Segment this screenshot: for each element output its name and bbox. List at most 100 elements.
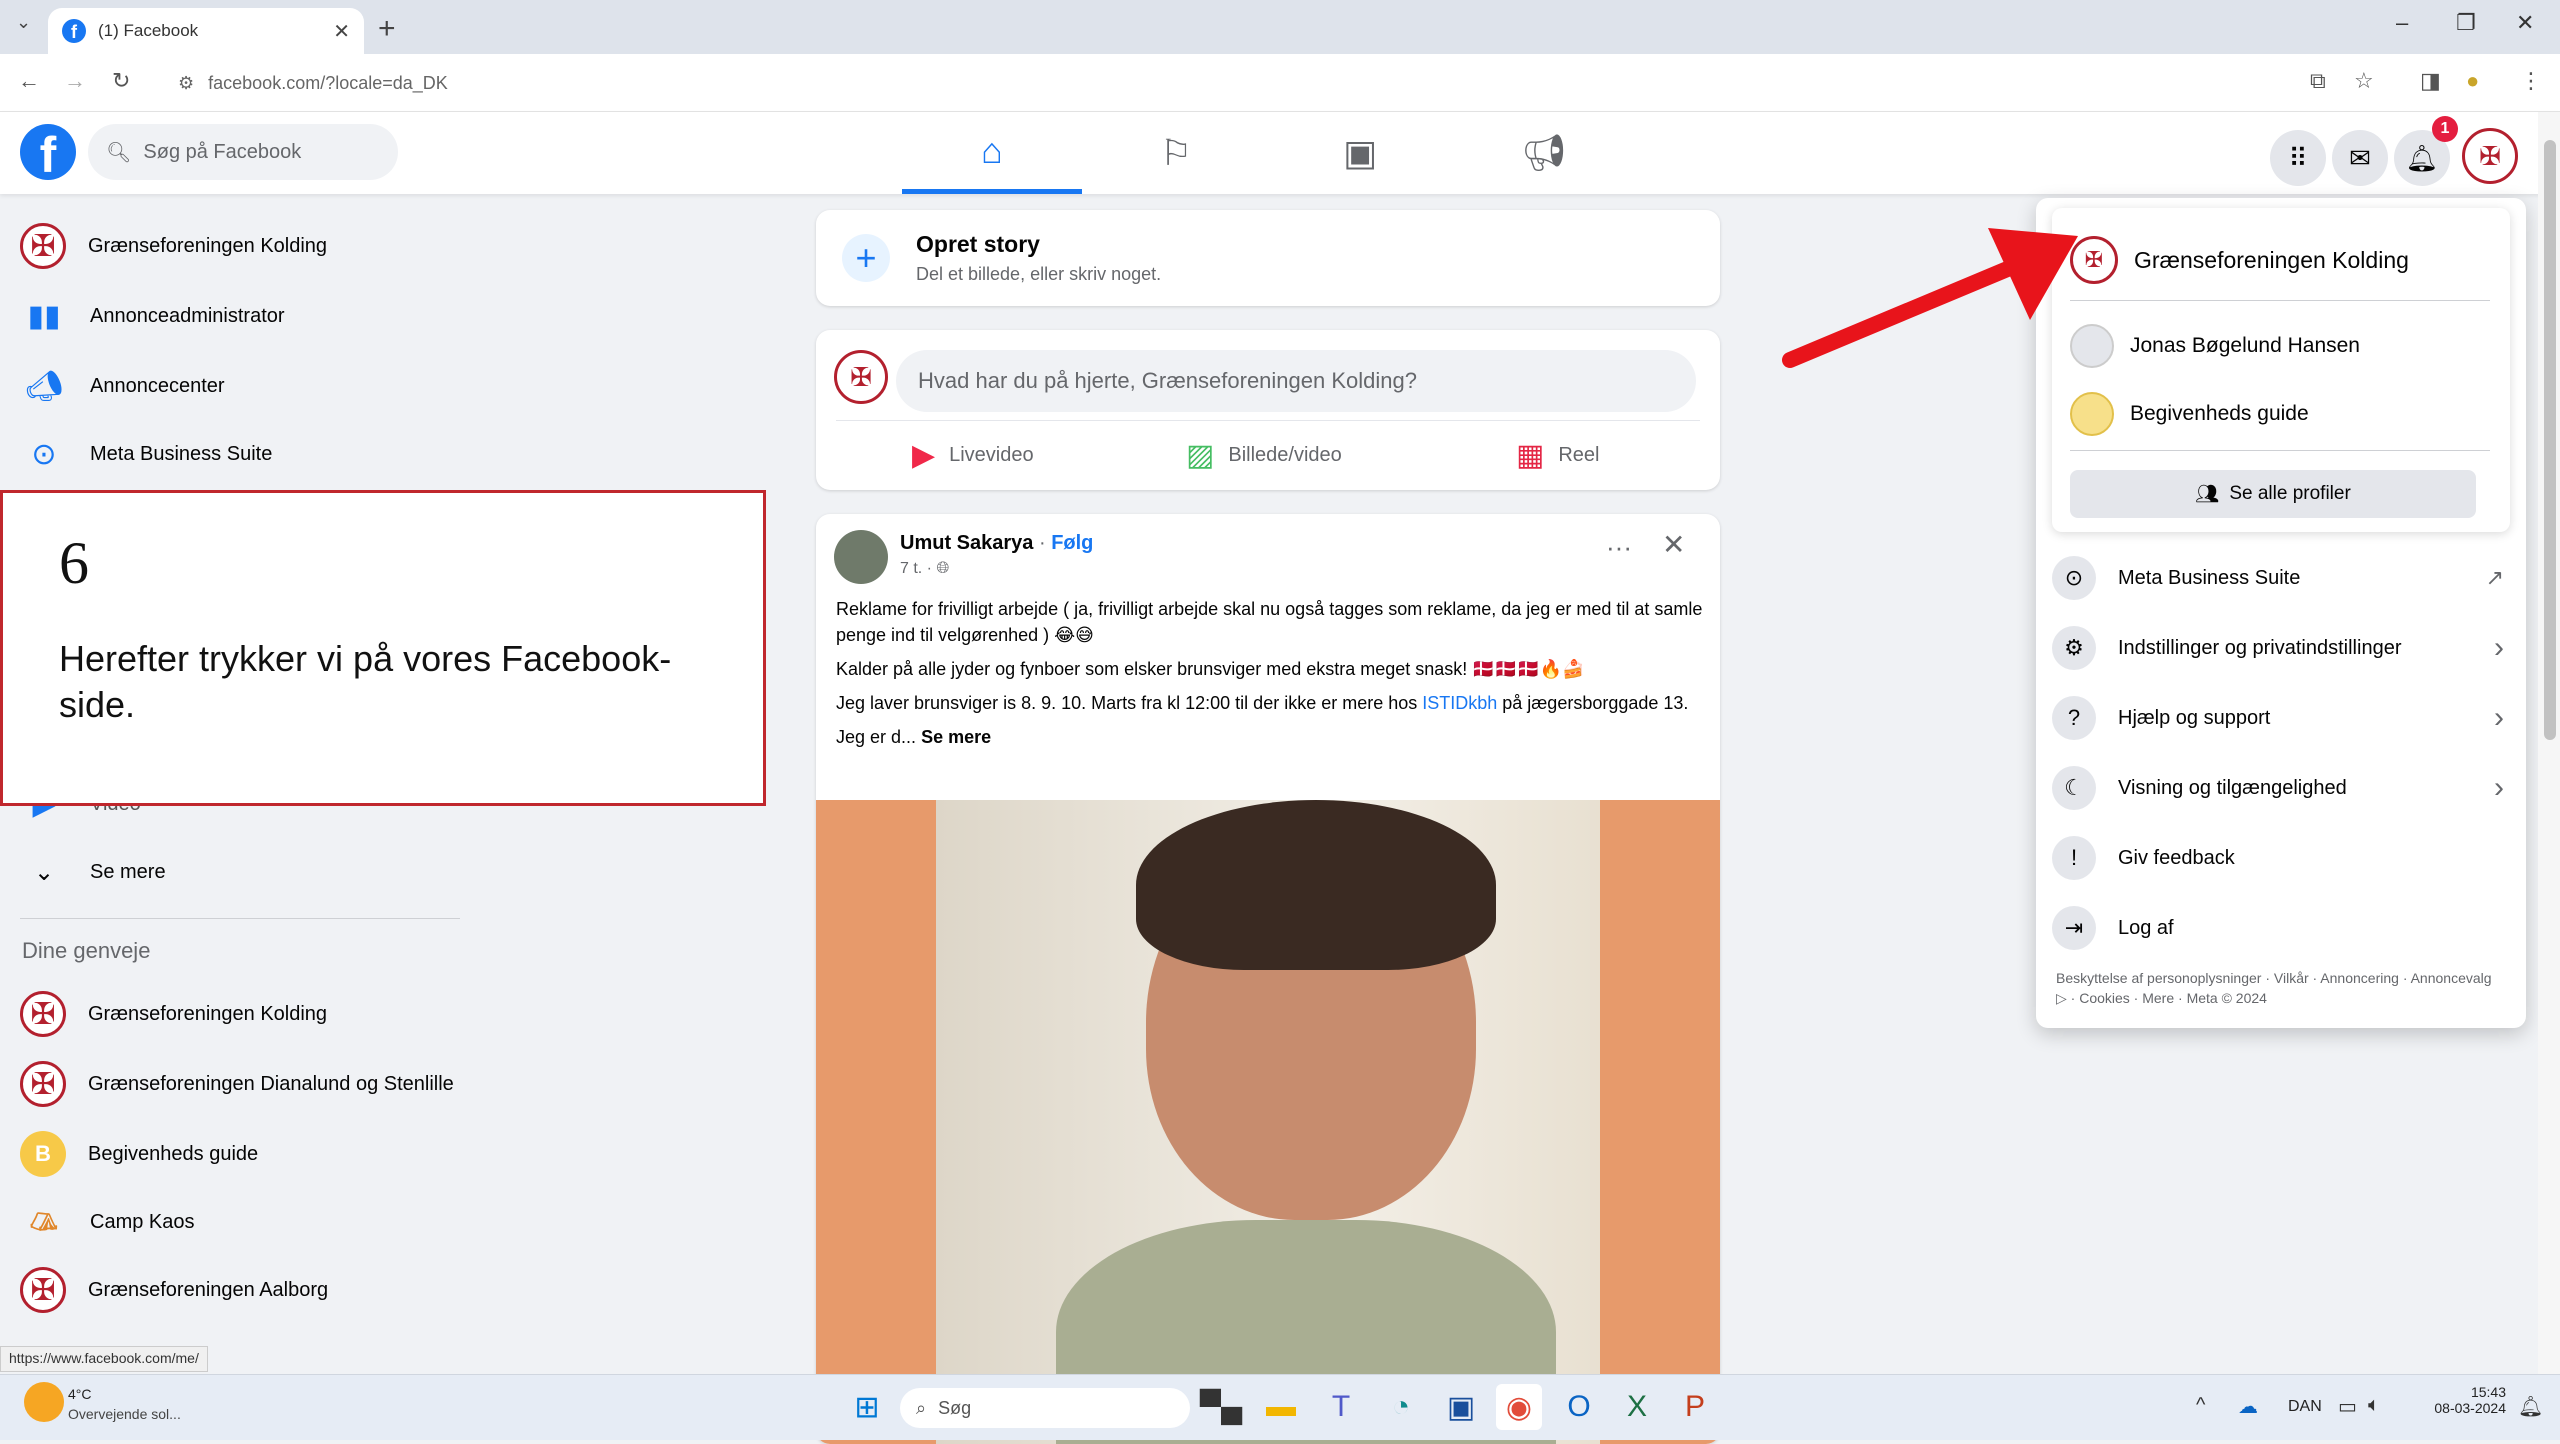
shortcut-item[interactable]: ✠ Grænseforeningen Aalborg [20,1258,328,1322]
event-guide-avatar [2070,392,2114,436]
edge-icon[interactable]: ◔ [1378,1384,1424,1430]
tab-search-icon[interactable]: ⌄ [16,12,31,33]
store-icon[interactable]: ▣ [1438,1384,1484,1430]
post-header: Umut Sakarya · Følg [900,532,1094,554]
url-text: facebook.com/?locale=da_DK [208,72,448,93]
shortcut-item[interactable]: ⛺︎ Camp Kaos [20,1190,194,1254]
start-button-icon[interactable]: ⊞ [844,1384,890,1430]
close-tab-icon[interactable]: ✕ [333,19,350,44]
facebook-logo-icon[interactable]: f [20,124,76,180]
composer-input[interactable]: Hvad har du på hjerte, Grænseforeningen … [896,350,1696,412]
post-body: Reklame for frivilligt arbejde ( ja, fri… [836,596,1706,750]
account-avatar[interactable]: ✠ [2462,128,2518,184]
profile-item[interactable]: Begivenheds guide [2070,382,2309,446]
notification-center-icon[interactable]: 🔔︎ [2518,1394,2543,1419]
shortcut-item[interactable]: ✠ Grænseforeningen Kolding [20,982,327,1046]
chevron-right-icon: › [2494,701,2504,734]
grid-icon: ⠿ [2288,142,2308,173]
author-avatar[interactable] [834,530,888,584]
menu-item-label: Hjælp og support [2118,706,2271,729]
clock[interactable]: 15:43 08-03-2024 [2416,1384,2506,1416]
file-explorer-icon[interactable]: ▬ [1258,1384,1304,1430]
sidebar-item-meta-business[interactable]: ⊙ Meta Business Suite [20,422,272,486]
post-time: 7 t. · 🌐︎ [900,560,949,578]
see-more-link[interactable]: Se mere [921,727,991,747]
weather-temp: 4°C [68,1386,92,1402]
bookmark-star-icon[interactable]: ☆ [2354,68,2374,94]
see-more-button[interactable]: ⌄ Se mere [20,840,166,904]
profile-item[interactable]: ✠ Grænseforeningen Kolding [2070,228,2409,292]
taskbar-search[interactable]: ⌕ Søg [900,1388,1190,1428]
menu-item-display[interactable]: ☾ Visning og tilgængelighed › [2052,754,2512,822]
back-icon[interactable]: ← [18,68,40,94]
photo-video-button[interactable]: ▨ Billede/video [1186,430,1342,480]
post-photo[interactable] [816,800,1720,1444]
messenger-button[interactable]: ✉ [2332,130,2388,186]
tray-chevron-icon[interactable]: ^ [2196,1394,2205,1417]
address-bar[interactable]: ⚙ facebook.com/?locale=da_DK [162,62,2242,104]
menu-item-feedback[interactable]: ! Giv feedback [2052,824,2512,892]
search-icon: ⌕ [916,1397,927,1418]
menu-item-meta-business[interactable]: ⊙ Meta Business Suite ↗ [2052,544,2512,612]
profile-icon[interactable]: ● [2466,68,2479,94]
sidebar-item-page[interactable]: ✠ Grænseforeningen Kolding [20,214,327,278]
reload-icon[interactable]: ↻ [112,68,130,94]
volume-icon[interactable]: 🔈︎ [2368,1394,2380,1417]
minimize-icon[interactable]: – [2396,10,2408,36]
network-icon[interactable]: ▭ [2338,1394,2357,1419]
scrollbar-thumb[interactable] [2544,140,2556,740]
page-avatar[interactable]: ✠ [834,350,888,404]
sidebar-item-label: Annoncecenter [90,374,225,397]
menu-footer[interactable]: Beskyttelse af personoplysninger · Vilkå… [2056,968,2506,1008]
restore-icon[interactable]: ❐ [2456,10,2476,36]
task-view-icon[interactable]: ▀▄ [1198,1384,1244,1430]
hide-post-icon[interactable]: ✕ [1662,528,1685,561]
create-story-card[interactable]: + Opret story Del et billede, eller skri… [816,210,1720,306]
chrome-icon[interactable]: ◉ [1496,1384,1542,1430]
photo-icon: ▨ [1186,438,1215,472]
side-panel-icon[interactable]: ◨ [2420,68,2441,94]
live-video-button[interactable]: ▶︎ Livevideo [912,430,1034,480]
language-indicator[interactable]: DAN [2288,1398,2322,1416]
follow-link[interactable]: Følg [1051,532,1093,554]
tab-ads[interactable]: 📢︎ [1454,112,1634,194]
instruction-text: Herefter trykker vi på vores Facebook-si… [59,638,672,725]
weather-icon[interactable] [24,1382,64,1422]
teams-icon[interactable]: T [1318,1384,1364,1430]
reel-button[interactable]: ▦ Reel [1516,430,1600,480]
powerpoint-icon[interactable]: P [1672,1384,1718,1430]
tab-marketplace[interactable]: ▣ [1270,112,1450,194]
browser-menu-icon[interactable]: ⋮ [2520,68,2542,94]
sidebar-item-label: Annonceadministrator [90,304,285,327]
divider [2070,300,2490,301]
sidebar-item-ads-manager[interactable]: ▮▮ Annonceadministrator [20,284,285,348]
facebook-search-input[interactable]: 🔍︎ Søg på Facebook [88,124,398,180]
site-info-icon[interactable]: ⚙ [178,73,194,94]
shortcut-item[interactable]: ✠ Grænseforeningen Dianalund og Stenlill… [20,1052,454,1116]
sidebar-item-ad-center[interactable]: 📣︎ Annoncecenter [20,354,225,418]
tab-title: (1) Facebook [98,21,199,40]
more-options-icon[interactable]: ··· [1606,532,1632,563]
menu-grid-button[interactable]: ⠿ [2270,130,2326,186]
new-tab-icon[interactable]: + [378,12,396,46]
excel-icon[interactable]: X [1614,1384,1660,1430]
post-link[interactable]: ISTIDkbh [1422,693,1497,713]
post-text: på jægersborggade 13. [1497,693,1689,713]
onedrive-icon[interactable]: ☁ [2238,1394,2258,1419]
cast-icon[interactable]: ⧉ [2310,68,2326,94]
outlook-icon[interactable]: O [1556,1384,1602,1430]
profile-item[interactable]: Jonas Bøgelund Hansen [2070,314,2360,378]
tab-pages[interactable]: ⚐ [1086,112,1266,194]
bar-chart-icon: ▮▮ [27,299,61,333]
menu-item-help[interactable]: ? Hjælp og support › [2052,684,2512,752]
people-icon: 👥︎ [2195,484,2220,505]
see-all-profiles-button[interactable]: 👥︎ Se alle profiler [2070,470,2476,518]
close-window-icon[interactable]: ✕ [2516,10,2534,36]
menu-item-logout[interactable]: ⇥ Log af [2052,894,2512,962]
author-name[interactable]: Umut Sakarya [900,532,1033,554]
browser-tab[interactable]: f (1) Facebook ✕ [48,8,364,54]
tab-home[interactable]: ⌂ [902,112,1082,194]
forward-icon[interactable]: → [64,68,86,94]
shortcut-item[interactable]: B Begivenheds guide [20,1122,258,1186]
menu-item-settings[interactable]: ⚙ Indstillinger og privatindstillinger › [2052,614,2512,682]
